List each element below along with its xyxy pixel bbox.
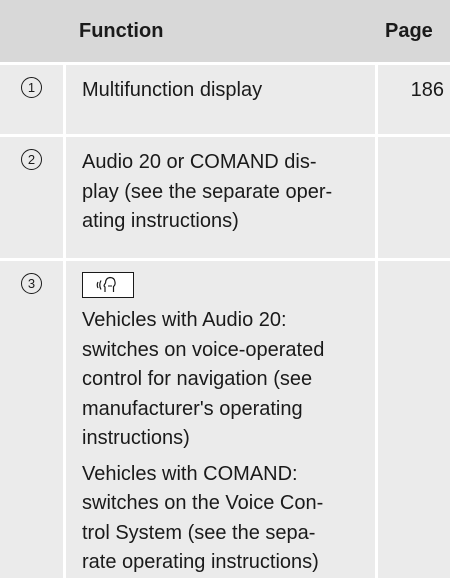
row-function-cell: Vehicles with Audio 20: switches on voic… <box>63 258 375 578</box>
circled-number: 3 <box>21 273 42 294</box>
row-page-cell: 186 <box>375 62 450 134</box>
table-row: 1 Multifunction display 186 <box>0 62 450 134</box>
circled-number: 2 <box>21 149 42 170</box>
row-number-cell: 2 <box>0 134 63 258</box>
audio20-description: Vehicles with Audio 20: switches on voic… <box>82 309 325 449</box>
header-function: Function <box>63 0 375 62</box>
row-number-cell: 3 <box>0 258 63 578</box>
row-number-cell: 1 <box>0 62 63 134</box>
header-number <box>0 0 63 62</box>
header-page: Page <box>375 0 450 62</box>
row-function-cell: Audio 20 or COMAND dis- play (see the se… <box>63 134 375 258</box>
table-row: 3 Vehicles with Audio 20: switches on vo… <box>0 258 450 578</box>
voice-control-key-icon <box>82 272 134 298</box>
function-text: Audio 20 or COMAND dis- play (see the se… <box>82 151 333 232</box>
comand-description: Vehicles with COMAND: switches on the Vo… <box>82 462 324 574</box>
row-page-cell <box>375 134 450 258</box>
function-table: Function Page 1 Multifunction display 18… <box>0 0 450 578</box>
circled-number: 1 <box>21 77 42 98</box>
row-function-cell: Multifunction display <box>63 62 375 134</box>
voice-icon-glyph <box>96 276 116 292</box>
table-row: 2 Audio 20 or COMAND dis- play (see the … <box>0 134 450 258</box>
table-header-row: Function Page <box>0 0 450 62</box>
row-page-cell <box>375 258 450 578</box>
